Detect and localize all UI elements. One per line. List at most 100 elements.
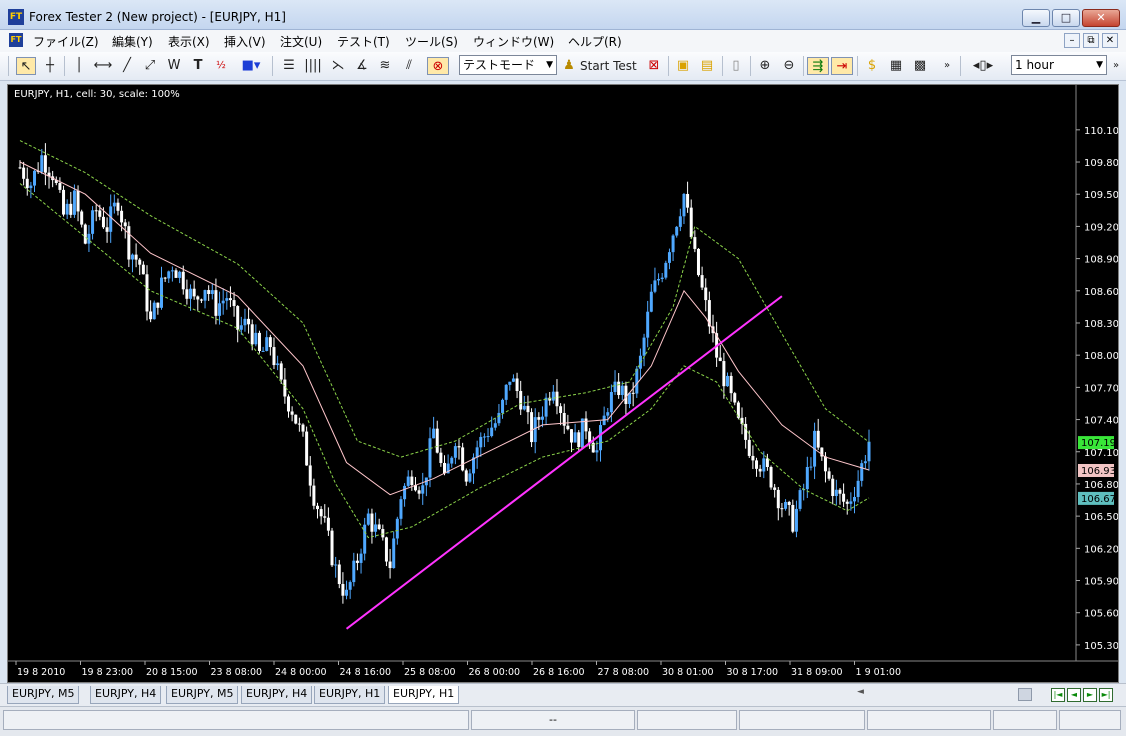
tab-eurjpy-h1[interactable]: EURJPY, H1 xyxy=(314,686,386,704)
mdi-minimize-button[interactable]: – xyxy=(1064,33,1080,48)
tab-eurjpy-m5[interactable]: EURJPY, M5 xyxy=(166,686,239,704)
start-test-button[interactable]: Start Test xyxy=(580,57,642,75)
prev-chart-icon[interactable]: ◄ xyxy=(1067,688,1081,702)
horizontal-line-icon[interactable]: ⟷ xyxy=(92,57,114,75)
channel-tool-icon[interactable]: ☰ xyxy=(279,57,299,75)
tabs-scrollbar-thumb[interactable] xyxy=(1018,688,1032,701)
ray-line-icon[interactable]: ⤢ xyxy=(140,57,160,75)
candle-body xyxy=(40,155,44,172)
candle-body xyxy=(43,155,47,173)
menu-test[interactable]: テスト(T) xyxy=(337,33,390,50)
candle-body xyxy=(544,397,548,417)
candle-body xyxy=(809,466,813,468)
first-chart-icon[interactable]: |◄ xyxy=(1051,688,1065,702)
candle-body xyxy=(323,516,327,518)
price-tick-label: 108.60 xyxy=(1084,287,1118,298)
candle-body xyxy=(105,227,109,232)
timeframe-select[interactable]: 1 hour ▼ xyxy=(1011,55,1107,75)
scroll-left-icon[interactable]: ◄ xyxy=(857,687,864,697)
fibo-retracement-icon[interactable]: ≋ xyxy=(375,57,395,75)
candle-body xyxy=(170,270,174,272)
project-folder-icon[interactable]: ▤ xyxy=(697,57,717,75)
new-document-icon[interactable]: ▯ xyxy=(727,57,745,75)
candle-body xyxy=(192,288,196,297)
menu-window[interactable]: ウィンドウ(W) xyxy=(473,33,554,50)
candle-body xyxy=(675,226,679,236)
candle-body xyxy=(359,553,363,563)
chart-shift-icon[interactable]: ⇥ xyxy=(831,57,853,75)
stop-test-icon[interactable]: ⊠ xyxy=(644,57,664,75)
fibo-fan-icon[interactable]: ⋋ xyxy=(328,57,348,75)
menu-help[interactable]: ヘルプ(R) xyxy=(568,33,622,50)
mdi-close-button[interactable]: ✕ xyxy=(1102,33,1118,48)
menu-insert[interactable]: 挿入(V) xyxy=(224,33,266,50)
zoom-out-icon[interactable]: ⊖ xyxy=(779,57,799,75)
status-bar: -- xyxy=(0,706,1126,736)
period-separators-icon[interactable]: |||| xyxy=(302,57,324,75)
tab-eurjpy-h4[interactable]: EURJPY, H4 xyxy=(241,686,313,704)
test-mode-select[interactable]: テストモード ▼ xyxy=(459,55,557,75)
candle-body xyxy=(72,190,76,215)
candle-body xyxy=(537,417,541,420)
auto-scroll-icon[interactable]: ⇶ xyxy=(807,57,829,75)
candle-body xyxy=(486,436,490,438)
toolbar-overflow-icon[interactable]: » xyxy=(940,57,954,75)
candle-body xyxy=(156,302,160,308)
tab-eurjpy-m5[interactable]: EURJPY, M5 xyxy=(7,686,80,704)
candle-body xyxy=(664,262,668,278)
minimize-button[interactable]: ▁ xyxy=(1022,9,1050,27)
toolbar-overflow-icon[interactable]: » xyxy=(1110,57,1122,75)
menu-tools[interactable]: ツール(S) xyxy=(405,33,458,50)
menu-order[interactable]: 注文(U) xyxy=(280,33,322,50)
cursor-tool-icon[interactable]: ↖ xyxy=(16,57,36,75)
object-list-icon[interactable]: ◂▯▸ xyxy=(966,57,1000,75)
candle-body xyxy=(297,423,301,425)
wave-tool-icon[interactable]: W xyxy=(164,57,184,75)
vertical-line-icon[interactable]: │ xyxy=(70,57,88,75)
grid-settings-icon[interactable]: ▩ xyxy=(910,57,930,75)
shapes-tool-icon[interactable]: ■▾ xyxy=(238,57,264,75)
zoom-in-icon[interactable]: ⊕ xyxy=(755,57,775,75)
toolbar-separator xyxy=(272,56,273,76)
menu-edit[interactable]: 編集(Y) xyxy=(112,33,153,50)
andrews-pitchfork-icon[interactable]: ⫽ xyxy=(399,57,419,75)
candle-body xyxy=(686,193,690,208)
candle-body xyxy=(816,430,820,448)
maximize-button[interactable]: □ xyxy=(1052,9,1080,27)
candle-body xyxy=(791,504,795,532)
menu-view[interactable]: 表示(X) xyxy=(168,33,210,50)
chart-window[interactable]: EURJPY, H1, cell: 30, scale: 100% 110.10… xyxy=(7,84,1119,683)
candle-body xyxy=(294,414,298,424)
text-tool-icon[interactable]: T xyxy=(190,57,206,75)
candle-body xyxy=(867,441,871,462)
menu-file[interactable]: ファイル(Z) xyxy=(33,33,99,50)
candle-body xyxy=(566,425,570,430)
open-folder-icon[interactable]: ▣ xyxy=(673,57,693,75)
time-tick-label: 23 8 08:00 xyxy=(211,667,263,678)
candlestick-chart[interactable]: 110.10 109.80 109.50 109.20 108.90 108.60 108.… xyxy=(8,85,1118,682)
chart-settings-icon[interactable]: ▦ xyxy=(886,57,906,75)
candle-body xyxy=(457,446,461,448)
tab-eurjpy-h1-active[interactable]: EURJPY, H1 xyxy=(388,686,460,704)
candle-body xyxy=(109,206,113,232)
candle-body xyxy=(551,391,555,401)
next-chart-icon[interactable]: ► xyxy=(1083,688,1097,702)
trend-line-icon[interactable]: ╱ xyxy=(117,57,137,75)
candle-body xyxy=(203,290,207,301)
gann-fan-icon[interactable]: ∡ xyxy=(352,57,372,75)
candle-body xyxy=(461,447,465,471)
candle-body xyxy=(261,350,265,352)
candle-body xyxy=(631,392,635,394)
tab-eurjpy-h4[interactable]: EURJPY, H4 xyxy=(90,686,162,704)
fibo-numbers-icon[interactable]: ½ xyxy=(211,57,231,75)
close-button[interactable]: ✕ xyxy=(1082,9,1120,27)
magnet-icon[interactable]: ⊗ xyxy=(427,57,449,75)
mdi-restore-button[interactable]: ⧉ xyxy=(1083,33,1099,48)
last-chart-icon[interactable]: ►| xyxy=(1099,688,1113,702)
timeframe-select-value: 1 hour xyxy=(1015,58,1054,72)
candle-body xyxy=(660,277,664,279)
crosshair-tool-icon[interactable]: ┼ xyxy=(40,57,60,75)
status-cell xyxy=(1059,710,1121,730)
money-management-icon[interactable]: $ xyxy=(862,57,882,75)
candle-body xyxy=(733,393,737,403)
